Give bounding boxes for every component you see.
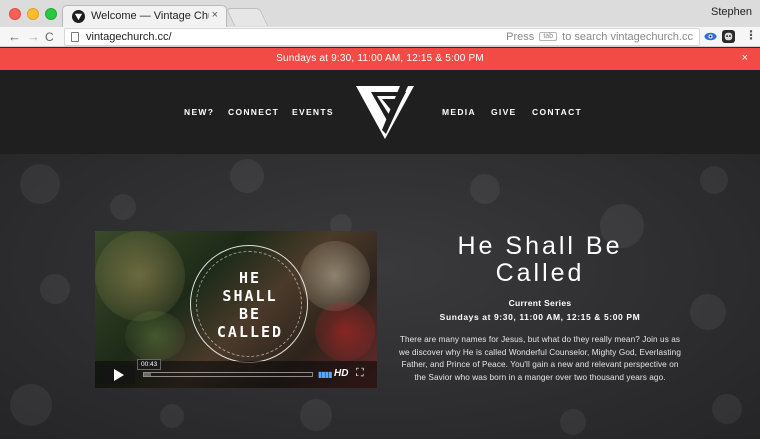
vintage-church-logo-icon[interactable] — [356, 86, 414, 139]
video-controls: 00:43 ▮▮▮▮ HD ⛶ — [95, 359, 377, 388]
volume-icon[interactable]: ▮▮▮▮ — [318, 370, 333, 379]
eye-extension-icon[interactable] — [704, 30, 717, 43]
announcement-text: Sundays at 9:30, 11:00 AM, 12:15 & 5:00 … — [276, 53, 484, 64]
nav-events[interactable]: EVENTS — [292, 107, 334, 117]
tab-close-icon[interactable]: × — [212, 9, 218, 21]
video-progress-bar[interactable] — [143, 372, 313, 377]
bokeh-light — [20, 164, 60, 204]
series-title-line2: Called — [495, 259, 585, 287]
bokeh-light — [160, 404, 184, 428]
bokeh-light — [712, 394, 742, 424]
nav-new[interactable]: NEW? — [184, 107, 214, 117]
browser-toolbar: ← → C vintagechurch.cc/ Press tab to sea… — [0, 27, 760, 47]
search-hint-suffix: to search vintagechurch.cc — [562, 31, 693, 43]
video-progress-fill — [144, 373, 151, 376]
page-icon — [71, 32, 79, 42]
artwork-line: BE — [238, 305, 262, 323]
video-artwork-title: HE SHALL BE CALLED — [200, 269, 300, 341]
video-bokeh — [95, 231, 185, 321]
artwork-line: CALLED — [216, 323, 284, 341]
bokeh-light — [300, 399, 332, 431]
maximize-window-button[interactable] — [45, 8, 57, 20]
browser-menu-icon[interactable]: ⋮ — [745, 28, 757, 42]
video-bokeh — [315, 301, 375, 361]
bokeh-light — [230, 159, 264, 193]
browser-window: Welcome — Vintage Church × Stephen ← → C… — [0, 0, 760, 439]
forward-icon[interactable]: → — [27, 29, 40, 45]
bokeh-light — [690, 294, 726, 330]
artwork-line: HE — [238, 269, 262, 287]
play-button[interactable] — [101, 365, 135, 384]
bokeh-light — [10, 384, 52, 426]
back-icon[interactable]: ← — [8, 29, 21, 45]
vintage-church-favicon-icon — [72, 10, 85, 23]
tab-strip: Welcome — Vintage Church × Stephen — [0, 0, 760, 27]
video-timecode: 00:43 — [137, 359, 162, 370]
search-hint-prefix: Press — [506, 31, 535, 43]
minimize-window-button[interactable] — [27, 8, 39, 20]
new-tab-button[interactable] — [225, 8, 269, 26]
series-description: There are many names for Jesus, but what… — [398, 335, 681, 382]
address-bar[interactable]: vintagechurch.cc/ Press tab to search vi… — [64, 28, 700, 46]
series-title: He Shall Be Called — [420, 233, 660, 287]
tab-title: Welcome — Vintage Church — [91, 10, 209, 22]
video-bokeh — [300, 241, 370, 311]
bokeh-light — [110, 194, 136, 220]
profile-name[interactable]: Stephen — [711, 6, 752, 18]
tab-key-badge: tab — [539, 32, 558, 41]
video-bokeh — [125, 311, 185, 361]
bokeh-light — [40, 274, 70, 304]
announcement-bar: Sundays at 9:30, 11:00 AM, 12:15 & 5:00 … — [0, 48, 760, 70]
url-text: vintagechurch.cc/ — [86, 31, 172, 43]
series-title-line1: He Shall Be — [457, 232, 623, 260]
close-window-button[interactable] — [9, 8, 21, 20]
ghost-extension-icon[interactable] — [722, 30, 735, 43]
fullscreen-icon[interactable]: ⛶ — [356, 367, 364, 380]
service-times: Sundays at 9:30, 11:00 AM, 12:15 & 5:00 … — [439, 312, 641, 322]
nav-contact[interactable]: CONTACT — [532, 107, 582, 117]
search-hint: Press tab to search vintagechurch.cc — [506, 31, 693, 43]
site-header: NEW? CONNECT EVENTS MEDIA GIVE CONTACT — [0, 70, 760, 154]
nav-media[interactable]: MEDIA — [442, 107, 476, 117]
browser-tab[interactable]: Welcome — Vintage Church × — [62, 5, 227, 27]
bokeh-light — [470, 174, 500, 204]
bokeh-light — [700, 166, 728, 194]
announcement-close-icon[interactable]: × — [742, 52, 748, 64]
bokeh-light — [560, 409, 586, 435]
hd-toggle[interactable]: HD — [334, 368, 348, 379]
nav-give[interactable]: GIVE — [491, 107, 517, 117]
nav-connect[interactable]: CONNECT — [228, 107, 279, 117]
current-series-label: Current Series — [508, 298, 572, 308]
video-player[interactable]: HE SHALL BE CALLED 00:43 ▮▮▮▮ HD ⛶ — [95, 231, 377, 388]
reload-icon[interactable]: C — [45, 29, 54, 45]
artwork-line: SHALL — [222, 287, 278, 305]
